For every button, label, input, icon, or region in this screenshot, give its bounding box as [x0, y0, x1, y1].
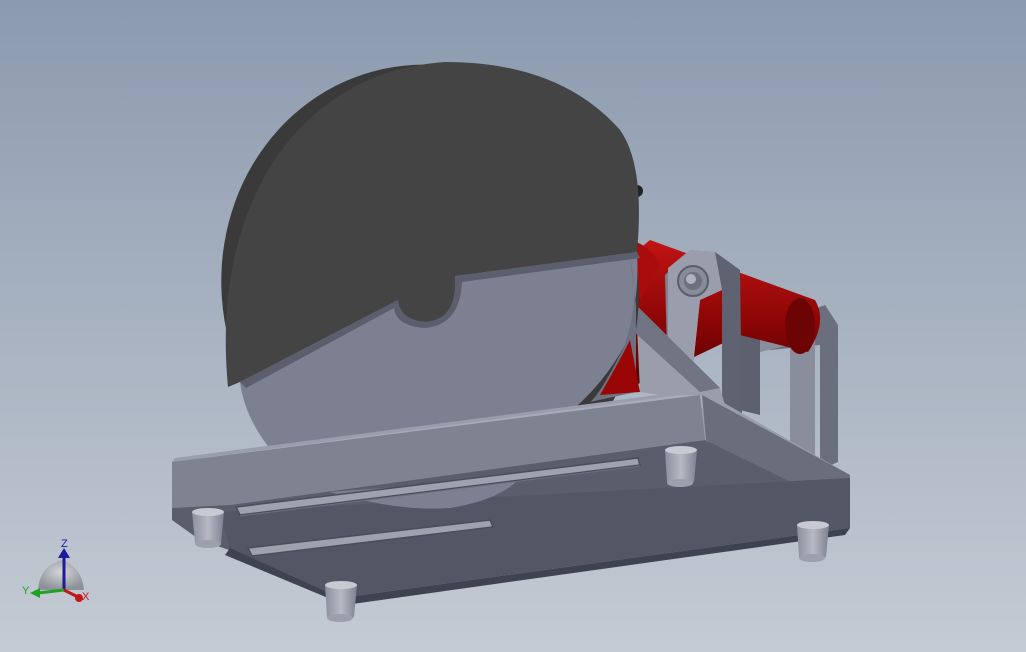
- triad-y-label: Y: [22, 585, 30, 597]
- triad-x-label: X: [82, 591, 90, 603]
- 3d-model-viewport[interactable]: Z Y X: [0, 0, 1026, 652]
- base-foot-rear-right[interactable]: [797, 521, 829, 562]
- model-canvas[interactable]: Z Y X: [0, 0, 1026, 652]
- base-foot-rear-left[interactable]: [325, 581, 357, 622]
- base-foot-front-right[interactable]: [665, 446, 697, 487]
- triad-z-label: Z: [61, 538, 68, 550]
- base-foot-front-left[interactable]: [192, 508, 224, 548]
